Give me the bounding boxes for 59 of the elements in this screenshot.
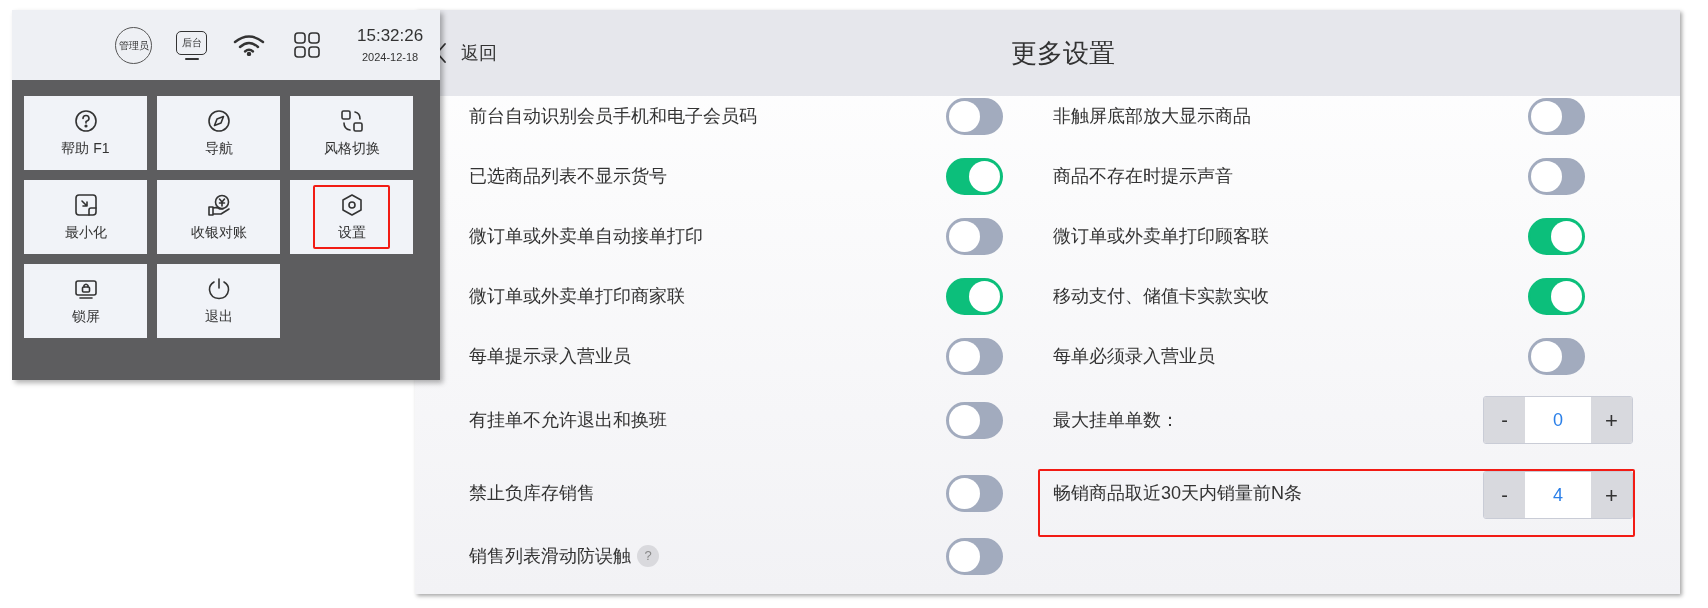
setting-label: 最大挂单单数： bbox=[1053, 408, 1179, 432]
menu-tile[interactable]: 最小化 bbox=[24, 180, 147, 254]
minimize-icon bbox=[74, 193, 97, 216]
settings-icon bbox=[340, 193, 363, 216]
back-link[interactable]: 返回 bbox=[461, 39, 497, 67]
toggle-switch[interactable] bbox=[946, 97, 1003, 135]
wifi-icon bbox=[233, 34, 265, 56]
menu-tile[interactable]: 帮助 F1 bbox=[24, 96, 147, 170]
minus-button[interactable]: - bbox=[1484, 397, 1525, 443]
setting-label: 移动支付、储值卡实款实收 bbox=[1053, 284, 1269, 308]
setting-label: 禁止负库存销售 bbox=[469, 481, 595, 505]
setting-label: 微订单或外卖单自动接单打印 bbox=[469, 224, 703, 248]
menu-tile[interactable]: 锁屏 bbox=[24, 264, 147, 338]
setting-label: 每单提示录入营业员 bbox=[469, 344, 631, 368]
setting-label: 每单必须录入营业员 bbox=[1053, 344, 1215, 368]
toggle-switch[interactable] bbox=[1528, 97, 1585, 135]
setting-label: 已选商品列表不显示货号 bbox=[469, 164, 667, 188]
toggle-switch[interactable] bbox=[1528, 277, 1585, 315]
setting-label: 销售列表滑动防误触 bbox=[469, 544, 631, 568]
number-stepper[interactable]: - 0 + bbox=[1483, 396, 1633, 444]
toggle-switch[interactable] bbox=[946, 157, 1003, 195]
toggle-switch[interactable] bbox=[946, 217, 1003, 255]
plus-button[interactable]: + bbox=[1591, 472, 1632, 518]
setting-label: 微订单或外卖单打印顾客联 bbox=[1053, 224, 1269, 248]
menu-tile[interactable]: 导航 bbox=[157, 96, 280, 170]
setting-label: 微订单或外卖单打印商家联 bbox=[469, 284, 685, 308]
menu-tile[interactable]: 退出 bbox=[157, 264, 280, 338]
menu-tile[interactable]: 风格切换 bbox=[290, 96, 413, 170]
toggle-switch[interactable] bbox=[1528, 337, 1585, 375]
swap-squares-icon bbox=[340, 109, 363, 132]
toggle-switch[interactable] bbox=[946, 537, 1003, 575]
menu-tile[interactable]: 设置 bbox=[290, 180, 413, 254]
toggle-switch[interactable] bbox=[946, 401, 1003, 439]
setting-label: 有挂单不允许退出和换班 bbox=[469, 408, 667, 432]
clock-time: 15:32:26 bbox=[357, 26, 424, 46]
stepper-value: 4 bbox=[1525, 472, 1591, 518]
setting-label: 畅销商品取近30天内销量前N条 bbox=[1053, 481, 1303, 505]
toggle-switch[interactable] bbox=[1528, 157, 1585, 195]
setting-label: 前台自动识别会员手机和电子会员码 bbox=[469, 104, 757, 128]
minus-button[interactable]: - bbox=[1484, 472, 1525, 518]
setting-label: 商品不存在时提示声音 bbox=[1053, 164, 1233, 188]
page-title: 更多设置 bbox=[1010, 36, 1115, 70]
plus-button[interactable]: + bbox=[1591, 397, 1632, 443]
menu-tile[interactable]: 收银对账 bbox=[157, 180, 280, 254]
setting-label: 非触屏底部放大显示商品 bbox=[1053, 104, 1251, 128]
stepper-value: 0 bbox=[1525, 397, 1591, 443]
lock-monitor-icon bbox=[74, 277, 97, 300]
help-icon bbox=[74, 109, 97, 132]
number-stepper[interactable]: - 4 + bbox=[1483, 471, 1633, 519]
coin-hand-icon bbox=[207, 193, 230, 216]
clock-date: 2024-12-18 bbox=[361, 50, 419, 64]
toggle-switch[interactable] bbox=[946, 474, 1003, 512]
power-icon bbox=[207, 277, 230, 300]
grid-icon bbox=[294, 31, 321, 59]
toggle-switch[interactable] bbox=[946, 337, 1003, 375]
compass-icon bbox=[207, 109, 230, 132]
toggle-switch[interactable] bbox=[946, 277, 1003, 315]
highlight-frame: 设置 bbox=[313, 185, 390, 249]
toggle-switch[interactable] bbox=[1528, 217, 1585, 255]
